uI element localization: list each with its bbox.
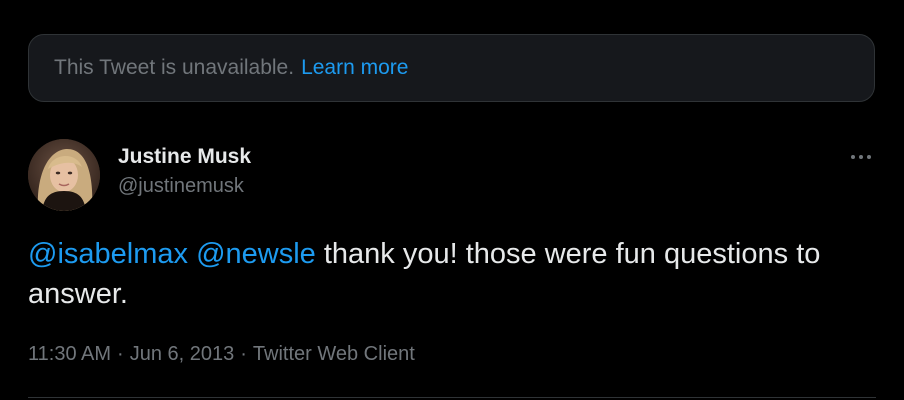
tweet-text: @isabelmax @newsle thank you! those were…	[28, 234, 868, 314]
avatar-image	[28, 139, 100, 211]
more-options-button[interactable]	[846, 146, 876, 168]
learn-more-link[interactable]: Learn more	[301, 56, 408, 80]
tweet-date[interactable]: Jun 6, 2013	[130, 343, 235, 365]
unavailable-message: This Tweet is unavailable.	[54, 56, 295, 79]
unavailable-tweet-notice: This Tweet is unavailable. Learn more	[28, 34, 875, 102]
meta-separator: ·	[117, 343, 124, 365]
mention-link[interactable]: @newsle	[196, 238, 316, 270]
mention-link[interactable]: @isabelmax	[28, 238, 188, 270]
tweet-page: This Tweet is unavailable. Learn more Ju…	[0, 0, 904, 400]
more-horizontal-icon	[851, 155, 855, 159]
more-horizontal-icon-dot	[859, 155, 863, 159]
author-name[interactable]: Justine Musk	[118, 145, 251, 169]
tweet-client[interactable]: Twitter Web Client	[253, 343, 415, 365]
tweet-meta: 11:30 AM · Jun 6, 2013 · Twitter Web Client	[28, 343, 415, 366]
more-horizontal-icon-dot	[867, 155, 871, 159]
author-handle[interactable]: @justinemusk	[118, 175, 244, 198]
meta-separator: ·	[240, 343, 247, 365]
tweet-time[interactable]: 11:30 AM	[28, 343, 111, 365]
avatar[interactable]	[28, 139, 100, 211]
divider	[28, 397, 876, 398]
